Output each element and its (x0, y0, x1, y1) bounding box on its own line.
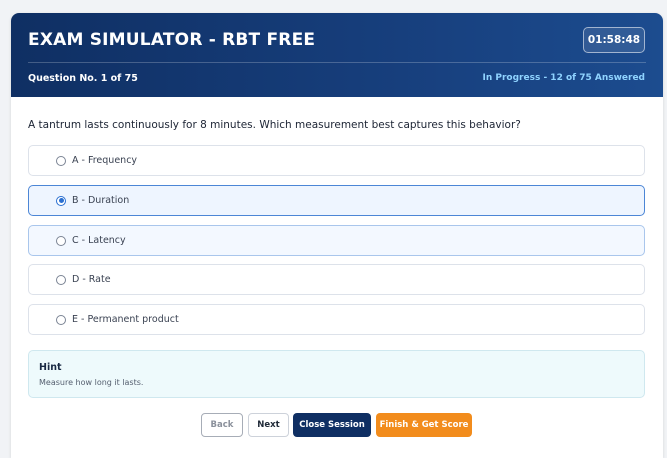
next-button[interactable]: Next (248, 413, 289, 437)
close-session-button[interactable]: Close Session (293, 413, 371, 437)
option-label: B - Duration (72, 195, 130, 206)
progress-status: In Progress - 12 of 75 Answered (482, 73, 646, 83)
option-b[interactable]: B - Duration (28, 185, 645, 216)
hint-box: Hint Measure how long it lasts. (28, 350, 645, 398)
hint-text: Measure how long it lasts. (39, 378, 144, 387)
option-a[interactable]: A - Frequency (28, 145, 645, 176)
exam-title: EXAM SIMULATOR - RBT FREE (28, 30, 316, 50)
radio-button[interactable] (56, 314, 66, 325)
back-button[interactable]: Back (201, 413, 243, 437)
exam-header: EXAM SIMULATOR - RBT FREE 01:58:48 Quest… (11, 13, 663, 97)
option-e[interactable]: E - Permanent product (28, 304, 645, 335)
option-label: A - Frequency (72, 155, 138, 166)
header-divider (28, 62, 646, 63)
radio-button-checked[interactable] (56, 195, 66, 206)
radio-button[interactable] (56, 155, 66, 166)
question-text: A tantrum lasts continuously for 8 minut… (28, 119, 521, 131)
finish-button[interactable]: Finish & Get Score (376, 413, 472, 437)
option-label: C - Latency (72, 235, 126, 246)
option-label: D - Rate (72, 274, 111, 285)
option-c[interactable]: C - Latency (28, 225, 645, 256)
option-label: E - Permanent product (72, 314, 179, 325)
timer-badge: 01:58:48 (583, 27, 645, 53)
option-d[interactable]: D - Rate (28, 264, 645, 295)
hint-title: Hint (39, 362, 62, 373)
radio-button[interactable] (56, 235, 66, 246)
radio-button[interactable] (56, 274, 66, 285)
exam-card: EXAM SIMULATOR - RBT FREE 01:58:48 Quest… (11, 13, 663, 458)
question-number: Question No. 1 of 75 (28, 73, 138, 84)
